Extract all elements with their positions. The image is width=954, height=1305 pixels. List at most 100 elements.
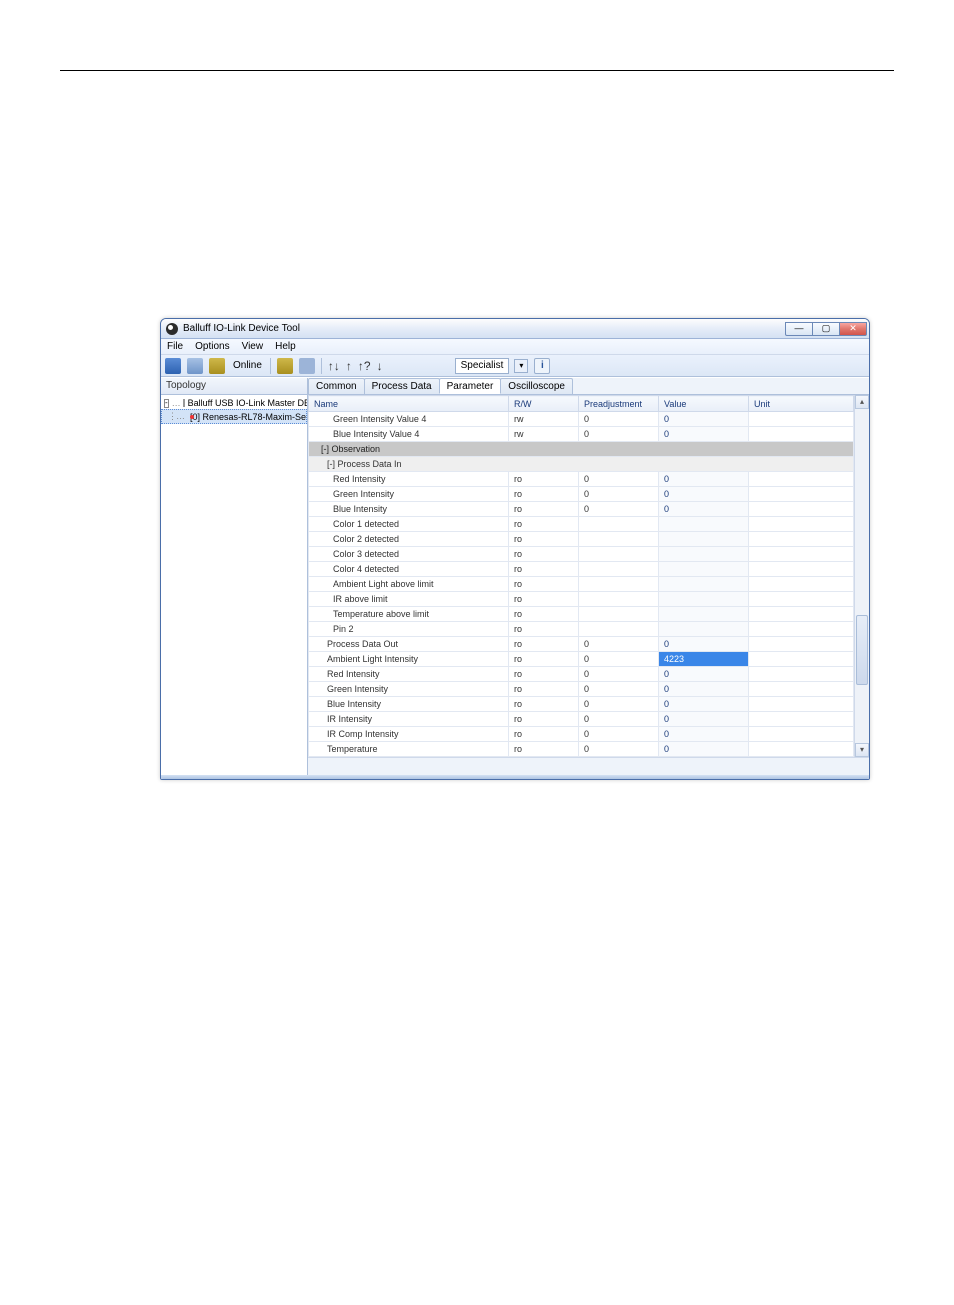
param-value[interactable]: 0 (659, 712, 749, 727)
table-row[interactable]: Color 3 detectedro (309, 547, 854, 562)
param-value[interactable]: 0 (659, 667, 749, 682)
role-selector[interactable]: Specialist (455, 358, 510, 374)
table-row[interactable]: Green Intensityro00 (309, 487, 854, 502)
menu-view[interactable]: View (242, 341, 264, 352)
param-value[interactable]: 0 (659, 727, 749, 742)
tree-connector: … (172, 398, 180, 408)
save-icon[interactable] (165, 358, 181, 374)
table-row[interactable]: Ambient Light Intensityro04223 (309, 652, 854, 667)
table-row[interactable]: Red Intensityro00 (309, 472, 854, 487)
param-value[interactable]: 0 (659, 487, 749, 502)
table-row[interactable]: Color 1 detectedro (309, 517, 854, 532)
table-row[interactable]: IR Intensityro00 (309, 712, 854, 727)
table-row[interactable]: Green Intensityro00 (309, 682, 854, 697)
maximize-button[interactable]: ▢ (812, 322, 840, 336)
table-row[interactable]: Green Intensity Value 4rw00 (309, 412, 854, 427)
param-value[interactable]: 0 (659, 637, 749, 652)
subsection-header[interactable]: [-] Process Data In (309, 457, 854, 472)
scroll-thumb[interactable] (856, 615, 868, 685)
param-value[interactable]: 0 (659, 697, 749, 712)
param-value[interactable]: 0 (659, 472, 749, 487)
info-icon[interactable]: i (534, 358, 550, 374)
table-row[interactable]: Blue Intensityro00 (309, 697, 854, 712)
tab-oscilloscope[interactable]: Oscilloscope (500, 378, 573, 394)
app-icon (166, 323, 178, 335)
vertical-scrollbar[interactable]: ▴ ▾ (854, 395, 869, 757)
role-dropdown-icon[interactable]: ▾ (514, 359, 528, 373)
param-value[interactable]: 0 (659, 412, 749, 427)
param-unit (749, 577, 854, 592)
param-preadjustment: 0 (579, 472, 659, 487)
param-value[interactable] (659, 532, 749, 547)
titlebar[interactable]: Balluff IO-Link Device Tool — ▢ ✕ (161, 319, 869, 339)
param-unit (749, 532, 854, 547)
table-row[interactable]: [-] Process Data In (309, 457, 854, 472)
minimize-button[interactable]: — (785, 322, 813, 336)
param-rw: ro (509, 727, 579, 742)
refresh-icon[interactable] (187, 358, 203, 374)
download-icon[interactable]: ↓ (377, 359, 383, 373)
table-row[interactable]: Blue Intensityro00 (309, 502, 854, 517)
param-name: IR Intensity (309, 712, 509, 727)
param-preadjustment (579, 562, 659, 577)
collapse-icon[interactable]: - (164, 399, 169, 408)
table-row[interactable]: Temperaturero00 (309, 742, 854, 757)
tab-parameter[interactable]: Parameter (439, 378, 502, 394)
param-value[interactable] (659, 562, 749, 577)
close-button[interactable]: ✕ (839, 322, 867, 336)
param-name: Color 2 detected (309, 532, 509, 547)
scroll-down-icon[interactable]: ▾ (855, 743, 869, 757)
param-name: Blue Intensity (309, 697, 509, 712)
tab-process-data[interactable]: Process Data (364, 378, 440, 394)
param-value[interactable]: 0 (659, 682, 749, 697)
catalog-icon[interactable] (277, 358, 293, 374)
param-unit (749, 502, 854, 517)
upload-all-icon[interactable]: ↑↓ (328, 359, 340, 373)
param-rw: rw (509, 412, 579, 427)
param-rw: ro (509, 607, 579, 622)
col-unit[interactable]: Unit (749, 396, 854, 412)
tree-root[interactable]: - … Balluff USB IO-Link Master DE (l (161, 397, 307, 409)
table-row[interactable]: Red Intensityro00 (309, 667, 854, 682)
table-row[interactable]: Color 4 detectedro (309, 562, 854, 577)
param-value[interactable]: 4223 (659, 652, 749, 667)
tab-common[interactable]: Common (308, 378, 365, 394)
col-value[interactable]: Value (659, 396, 749, 412)
table-row[interactable]: IR Comp Intensityro00 (309, 727, 854, 742)
menu-options[interactable]: Options (195, 341, 229, 352)
menu-file[interactable]: File (167, 341, 183, 352)
col-rw[interactable]: R/W (509, 396, 579, 412)
section-header[interactable]: [-] Observation (309, 442, 854, 457)
import-icon[interactable] (209, 358, 225, 374)
table-row[interactable]: Color 2 detectedro (309, 532, 854, 547)
table-row[interactable]: Temperature above limitro (309, 607, 854, 622)
param-preadjustment: 0 (579, 727, 659, 742)
param-value[interactable] (659, 622, 749, 637)
table-row[interactable]: Pin 2ro (309, 622, 854, 637)
table-row[interactable]: [-] Observation (309, 442, 854, 457)
param-value[interactable]: 0 (659, 742, 749, 757)
param-name: Process Data Out (309, 637, 509, 652)
param-value[interactable] (659, 592, 749, 607)
tree-device[interactable]: ⋮… [0] Renesas-RL78-Maxim-Se (161, 409, 307, 424)
param-value[interactable] (659, 517, 749, 532)
upload-changed-icon[interactable]: ↑? (358, 359, 371, 373)
param-value[interactable] (659, 607, 749, 622)
menu-help[interactable]: Help (275, 341, 296, 352)
param-value[interactable]: 0 (659, 427, 749, 442)
param-value[interactable] (659, 577, 749, 592)
param-rw: ro (509, 637, 579, 652)
scroll-up-icon[interactable]: ▴ (855, 395, 869, 409)
table-row[interactable]: Ambient Light above limitro (309, 577, 854, 592)
upload-icon[interactable]: ↑ (346, 359, 352, 373)
table-row[interactable]: Blue Intensity Value 4rw00 (309, 427, 854, 442)
col-pre[interactable]: Preadjustment (579, 396, 659, 412)
online-button[interactable]: Online (231, 360, 264, 371)
col-name[interactable]: Name (309, 396, 509, 412)
param-value[interactable]: 0 (659, 502, 749, 517)
param-value[interactable] (659, 547, 749, 562)
table-row[interactable]: IR above limitro (309, 592, 854, 607)
device-icon[interactable] (299, 358, 315, 374)
param-preadjustment: 0 (579, 637, 659, 652)
table-row[interactable]: Process Data Outro00 (309, 637, 854, 652)
